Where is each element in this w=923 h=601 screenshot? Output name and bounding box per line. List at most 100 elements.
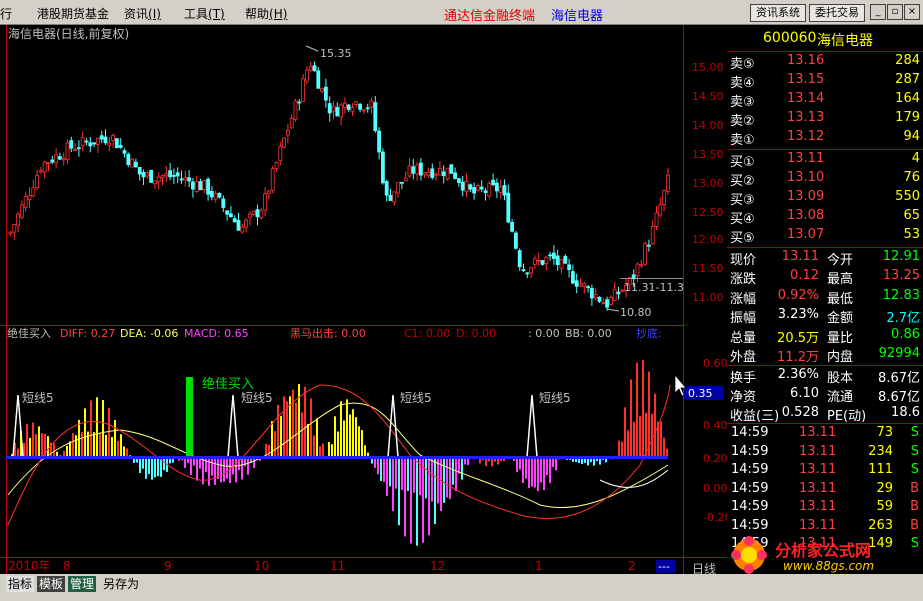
tab-template[interactable]: 模板 bbox=[37, 576, 66, 592]
macd-bar bbox=[223, 457, 225, 482]
candle-body bbox=[483, 190, 488, 193]
restore-icon[interactable]: ▫ bbox=[887, 4, 903, 20]
macd-bar bbox=[220, 457, 222, 483]
tick-side: B bbox=[910, 480, 919, 496]
low-label: 10.80 bbox=[620, 306, 652, 319]
candle-body bbox=[111, 135, 115, 141]
candle-body bbox=[228, 213, 233, 218]
time-label: 10 bbox=[254, 559, 269, 573]
stat-row: 振幅 3.23% 金额 2.7亿 bbox=[727, 307, 923, 326]
macd-bar bbox=[316, 418, 318, 457]
macd-bar bbox=[398, 457, 400, 526]
macd-bar bbox=[549, 457, 551, 484]
candle-body bbox=[494, 182, 499, 192]
tick-price: 13.11 bbox=[799, 443, 837, 459]
menu-item-help[interactable]: 帮助(H) bbox=[245, 5, 287, 22]
candle-body bbox=[464, 180, 469, 192]
info-system-button[interactable]: 资讯系统 bbox=[750, 4, 806, 22]
macd-bar bbox=[120, 434, 122, 457]
candle-body bbox=[422, 172, 427, 175]
stat-label: 收益(三) bbox=[730, 409, 780, 424]
price-tick: 11.50 bbox=[692, 262, 724, 275]
macd-bar bbox=[26, 424, 28, 457]
stat-label: 现价 bbox=[730, 253, 757, 268]
bid-price: 13.10 bbox=[787, 170, 825, 185]
tab-manage[interactable]: 管理 bbox=[68, 576, 97, 592]
trade-button[interactable]: 委托交易 bbox=[809, 4, 865, 22]
macd-bar bbox=[17, 448, 19, 457]
short-label: 短线5 bbox=[400, 391, 432, 405]
macd-bar bbox=[666, 448, 668, 457]
candle-body bbox=[198, 181, 203, 191]
macd-bar bbox=[298, 384, 300, 457]
candle-body bbox=[639, 264, 644, 267]
bid-row: 买④ 13.08 65 bbox=[727, 208, 923, 227]
candle-body bbox=[650, 225, 655, 245]
macd-bar bbox=[449, 457, 451, 499]
candle-body bbox=[35, 174, 39, 188]
macd-bar bbox=[389, 457, 391, 487]
bid-volume: 4 bbox=[911, 151, 920, 166]
stat-row: 外盘 11.2万 内盘 92994 bbox=[727, 346, 923, 365]
candle-body bbox=[289, 117, 294, 129]
candle-body bbox=[171, 174, 176, 177]
stat-value: 6.10 bbox=[790, 386, 819, 401]
macd-bar bbox=[407, 457, 409, 491]
macd-bar bbox=[383, 457, 385, 482]
macd-bar bbox=[53, 443, 55, 457]
ind-tick: 0.20 bbox=[703, 452, 727, 465]
macd-bar bbox=[319, 446, 321, 457]
tab-save-as[interactable]: 另存为 bbox=[101, 576, 141, 592]
bid-row: 买① 13.11 4 bbox=[727, 151, 923, 170]
macd-bar bbox=[145, 457, 147, 479]
candle-body bbox=[396, 182, 401, 194]
stock-code: 600060 bbox=[763, 30, 817, 46]
macd-value: MACD: 0.65 bbox=[184, 327, 249, 340]
candle-body bbox=[327, 103, 332, 114]
macd-bar bbox=[537, 457, 539, 492]
macd-bar bbox=[546, 457, 548, 476]
c1-value: C1: 0.00 bbox=[404, 327, 450, 340]
macd-bar bbox=[534, 457, 536, 488]
macd-bar bbox=[364, 445, 366, 457]
candle-body bbox=[662, 190, 666, 206]
candle-body bbox=[175, 172, 180, 177]
stat-label: 股本 bbox=[827, 371, 854, 386]
macd-bar bbox=[280, 415, 282, 457]
candle-body bbox=[31, 187, 36, 197]
macd-bar bbox=[226, 457, 228, 479]
macd-bar bbox=[413, 457, 415, 493]
candle-body bbox=[510, 222, 515, 232]
candle-body bbox=[77, 147, 81, 150]
candle-body bbox=[293, 100, 298, 120]
time-label: 8 bbox=[63, 559, 71, 573]
price-tick: 13.00 bbox=[692, 177, 724, 190]
menu-item-news[interactable]: 资讯(I) bbox=[124, 5, 161, 22]
close-icon[interactable]: × bbox=[904, 4, 920, 20]
candle-body bbox=[156, 176, 161, 183]
menu-item-tools[interactable]: 工具(T) bbox=[184, 5, 225, 22]
tick-side: B bbox=[910, 499, 919, 514]
minimize-icon[interactable]: _ bbox=[870, 4, 886, 20]
candle-body bbox=[160, 175, 165, 179]
candle-body bbox=[445, 167, 450, 180]
stat-label: 最低 bbox=[827, 291, 854, 307]
stat-value: 11.2万 bbox=[777, 350, 819, 365]
stat-value: 92994 bbox=[878, 346, 920, 361]
tick-volume: 73 bbox=[876, 425, 893, 440]
candle-body bbox=[8, 231, 13, 235]
macd-bar bbox=[102, 400, 104, 457]
menu-item-0[interactable]: 行 bbox=[0, 5, 12, 22]
candle-body bbox=[449, 164, 454, 174]
macd-bar bbox=[47, 436, 49, 457]
tab-indicator[interactable]: 指标 bbox=[6, 576, 35, 592]
macd-bar bbox=[392, 457, 394, 512]
kline-chart[interactable]: 海信电器(日线,前复权) 15.00 14.50 14.00 13.50 13.… bbox=[0, 25, 727, 574]
bid-row: 买⑤ 13.07 53 bbox=[727, 227, 923, 246]
candle-body bbox=[472, 187, 477, 194]
candle-body bbox=[666, 174, 670, 192]
candle-body bbox=[206, 178, 211, 195]
macd-bar bbox=[211, 457, 213, 476]
candle-body bbox=[365, 107, 370, 110]
menu-item-hk-futures[interactable]: 港股期货基金 bbox=[37, 5, 109, 22]
